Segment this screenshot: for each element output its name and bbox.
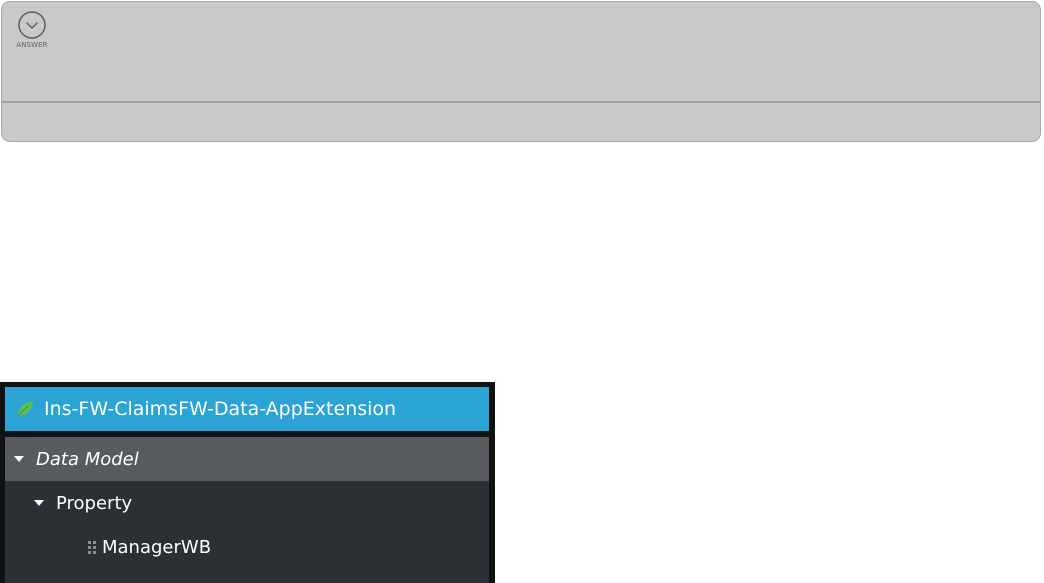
caret-down-icon[interactable] [34, 500, 44, 506]
answer-panel: ANSWER [1, 1, 1041, 142]
chevron-down-icon [18, 11, 46, 39]
tree-panel: Ins-FW-ClaimsFW-Data-AppExtension Data M… [0, 382, 495, 583]
tree-section-label: Data Model [36, 448, 139, 470]
answer-toggle-button[interactable]: ANSWER [10, 10, 54, 49]
tree-item-label: Property [56, 492, 133, 514]
tree-item-label: ManagerWB [102, 536, 212, 558]
drag-handle-icon[interactable] [88, 540, 96, 554]
caret-down-icon[interactable] [14, 456, 24, 462]
tree-body: Property ManagerWB [5, 481, 489, 583]
tree-section-data-model[interactable]: Data Model [5, 437, 489, 481]
tree-item-managerwb[interactable]: ManagerWB [5, 525, 489, 569]
leaf-icon [17, 401, 33, 417]
page: ANSWER Ins-FW-ClaimsFW-Data-AppExtension… [0, 0, 1044, 583]
tree-item-property[interactable]: Property [5, 481, 489, 525]
tree-header-title: Ins-FW-ClaimsFW-Data-AppExtension [44, 398, 397, 420]
answer-divider [2, 101, 1040, 103]
answer-label: ANSWER [16, 41, 48, 49]
tree-header[interactable]: Ins-FW-ClaimsFW-Data-AppExtension [5, 387, 489, 431]
